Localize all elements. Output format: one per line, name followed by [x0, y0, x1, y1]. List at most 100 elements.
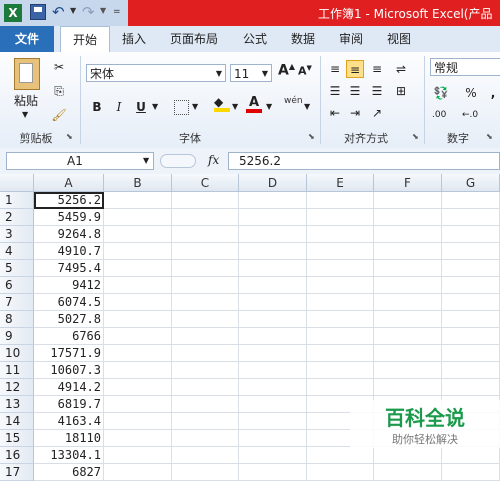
redo-dropdown-icon[interactable]: ▼	[100, 6, 106, 15]
cell[interactable]	[172, 345, 239, 362]
align-bottom-icon[interactable]: ≡	[368, 60, 386, 78]
cell-a[interactable]: 4910.7	[34, 243, 104, 260]
cell-a[interactable]: 6766	[34, 328, 104, 345]
undo-icon[interactable]: ↶	[52, 4, 68, 20]
cell[interactable]	[239, 464, 307, 481]
row-header[interactable]: 2	[0, 209, 34, 226]
align-center-icon[interactable]: ☰	[346, 82, 364, 100]
cell-a[interactable]: 4163.4	[34, 413, 104, 430]
cell-a[interactable]: 17571.9	[34, 345, 104, 362]
cell[interactable]	[104, 430, 172, 447]
cell-a[interactable]: 4914.2	[34, 379, 104, 396]
cell[interactable]	[239, 192, 307, 209]
tab-file[interactable]: 文件	[0, 26, 54, 52]
column-header-e[interactable]: E	[307, 174, 374, 192]
tab-data[interactable]: 数据	[284, 26, 322, 52]
cell-a[interactable]: 9412	[34, 277, 104, 294]
cell[interactable]	[307, 192, 374, 209]
column-header-c[interactable]: C	[172, 174, 239, 192]
column-header-g[interactable]: G	[442, 174, 500, 192]
cell[interactable]	[172, 413, 239, 430]
cell[interactable]	[104, 413, 172, 430]
row-header[interactable]: 4	[0, 243, 34, 260]
cell-a[interactable]: 5256.2	[34, 192, 104, 209]
decrease-decimal-button[interactable]: ←.0	[462, 110, 478, 120]
cell[interactable]	[239, 413, 307, 430]
number-format-select[interactable]: 常规	[430, 58, 500, 76]
save-icon[interactable]	[30, 4, 46, 20]
cell[interactable]	[239, 311, 307, 328]
cell-a[interactable]: 5459.9	[34, 209, 104, 226]
cell[interactable]	[172, 294, 239, 311]
cell[interactable]	[104, 362, 172, 379]
insert-function-icon[interactable]: fx	[208, 153, 219, 167]
row-header[interactable]: 10	[0, 345, 34, 362]
cell[interactable]	[442, 362, 500, 379]
cell[interactable]	[172, 464, 239, 481]
cell[interactable]	[172, 396, 239, 413]
fill-color-dropdown-icon[interactable]: ▼	[232, 102, 238, 111]
font-color-dropdown-icon[interactable]: ▼	[266, 102, 272, 111]
cell[interactable]	[104, 328, 172, 345]
align-middle-icon[interactable]: ≡	[346, 60, 364, 78]
cell[interactable]	[374, 362, 442, 379]
cell-a[interactable]: 18110	[34, 430, 104, 447]
cell[interactable]	[442, 209, 500, 226]
cell[interactable]	[104, 447, 172, 464]
cell[interactable]	[172, 226, 239, 243]
cell-a[interactable]: 6827	[34, 464, 104, 481]
cell-a[interactable]: 6074.5	[34, 294, 104, 311]
borders-icon[interactable]	[174, 100, 189, 115]
cell[interactable]	[104, 345, 172, 362]
cell[interactable]	[104, 294, 172, 311]
cell-a[interactable]: 9264.8	[34, 226, 104, 243]
tab-view[interactable]: 视图	[380, 26, 418, 52]
cell[interactable]	[374, 209, 442, 226]
cell[interactable]	[307, 345, 374, 362]
borders-dropdown-icon[interactable]: ▼	[192, 102, 198, 111]
cell[interactable]	[104, 226, 172, 243]
tab-insert[interactable]: 插入	[112, 26, 156, 52]
grow-font-button[interactable]: A▲	[278, 62, 295, 79]
cell[interactable]	[172, 447, 239, 464]
orientation-icon[interactable]: ↗	[368, 104, 386, 122]
cell[interactable]	[307, 260, 374, 277]
formula-bar-splitter[interactable]	[160, 154, 196, 168]
cell[interactable]	[239, 328, 307, 345]
cell[interactable]	[239, 430, 307, 447]
underline-dropdown-icon[interactable]: ▼	[152, 102, 158, 111]
cell[interactable]	[374, 328, 442, 345]
row-header[interactable]: 15	[0, 430, 34, 447]
cell[interactable]	[172, 243, 239, 260]
row-header[interactable]: 12	[0, 379, 34, 396]
cell[interactable]	[374, 260, 442, 277]
redo-icon[interactable]: ↷	[82, 4, 98, 20]
cell[interactable]	[307, 294, 374, 311]
cell[interactable]	[307, 447, 374, 464]
cell[interactable]	[104, 396, 172, 413]
increase-decimal-button[interactable]: .00	[432, 110, 446, 120]
row-header[interactable]: 16	[0, 447, 34, 464]
cell[interactable]	[307, 311, 374, 328]
undo-dropdown-icon[interactable]: ▼	[70, 6, 76, 15]
cell[interactable]	[374, 345, 442, 362]
name-box[interactable]: A1 ▼	[6, 152, 154, 170]
cell[interactable]	[442, 447, 500, 464]
paste-icon[interactable]	[14, 58, 40, 90]
row-header[interactable]: 9	[0, 328, 34, 345]
cell[interactable]	[307, 464, 374, 481]
cell[interactable]	[442, 311, 500, 328]
cell-a[interactable]: 5027.8	[34, 311, 104, 328]
copy-icon[interactable]: ⎘	[50, 82, 68, 100]
cell-a[interactable]: 13304.1	[34, 447, 104, 464]
paste-dropdown-icon[interactable]: ▼	[22, 110, 28, 119]
row-header[interactable]: 11	[0, 362, 34, 379]
cell[interactable]	[104, 311, 172, 328]
cell[interactable]	[172, 192, 239, 209]
column-header-b[interactable]: B	[104, 174, 172, 192]
tab-formulas[interactable]: 公式	[236, 26, 274, 52]
cell[interactable]	[172, 260, 239, 277]
cell[interactable]	[442, 260, 500, 277]
column-header-f[interactable]: F	[374, 174, 442, 192]
row-header[interactable]: 14	[0, 413, 34, 430]
